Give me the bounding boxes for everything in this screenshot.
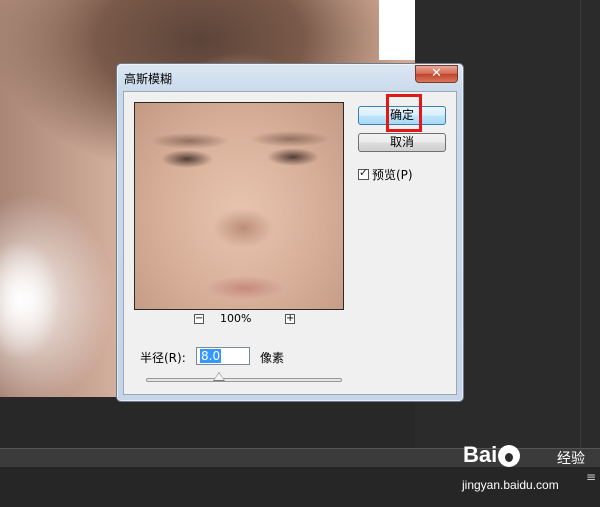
- watermark-url: jingyan.baidu.com: [462, 478, 559, 492]
- baidu-paw-icon: [498, 445, 521, 468]
- zoom-in-icon[interactable]: +: [285, 314, 295, 324]
- jingyan-text: 经验: [557, 451, 585, 467]
- zoom-level: 100%: [220, 312, 252, 325]
- close-button[interactable]: ✕: [415, 65, 458, 83]
- zoom-controls: − 100% +: [134, 311, 344, 327]
- radius-unit: 像素: [260, 351, 285, 365]
- blur-preview[interactable]: [134, 102, 344, 310]
- dialog-title: 高斯模糊: [124, 72, 173, 86]
- panel-divider: [580, 0, 581, 448]
- canvas-background-white: [379, 0, 415, 60]
- baidu-jingyan-watermark: Bai 经验 jingyan.baidu.com: [445, 440, 595, 500]
- radius-value: 8.0: [200, 349, 222, 363]
- dialog-content: − 100% + 确定 取消 预览(P) 半径(R): 8.0 像素: [123, 91, 457, 395]
- preview-label: 预览(P): [372, 168, 413, 182]
- radius-input[interactable]: 8.0: [196, 347, 250, 365]
- radius-slider-track[interactable]: [146, 378, 342, 382]
- dialog-titlebar[interactable]: 高斯模糊 ✕: [117, 64, 463, 90]
- baidu-logo-text: Bai: [463, 442, 498, 467]
- ok-button-highlight-box: [386, 94, 422, 132]
- radius-slider-thumb[interactable]: [212, 372, 225, 381]
- preview-checkbox[interactable]: 预览(P): [358, 166, 413, 183]
- workspace-area: [0, 397, 415, 448]
- baidu-logo: Bai: [463, 442, 521, 468]
- cancel-button[interactable]: 取消: [358, 133, 446, 152]
- gaussian-blur-dialog: 高斯模糊 ✕ − 100% + 确定 取消 预览(P) 半径(R): 8.0 像…: [116, 63, 464, 402]
- photo-hand-highlight: [0, 240, 60, 360]
- close-icon: ✕: [431, 66, 442, 81]
- checkbox-checked-icon[interactable]: [358, 166, 369, 180]
- radius-label: 半径(R):: [140, 351, 186, 365]
- zoom-out-icon[interactable]: −: [194, 314, 204, 324]
